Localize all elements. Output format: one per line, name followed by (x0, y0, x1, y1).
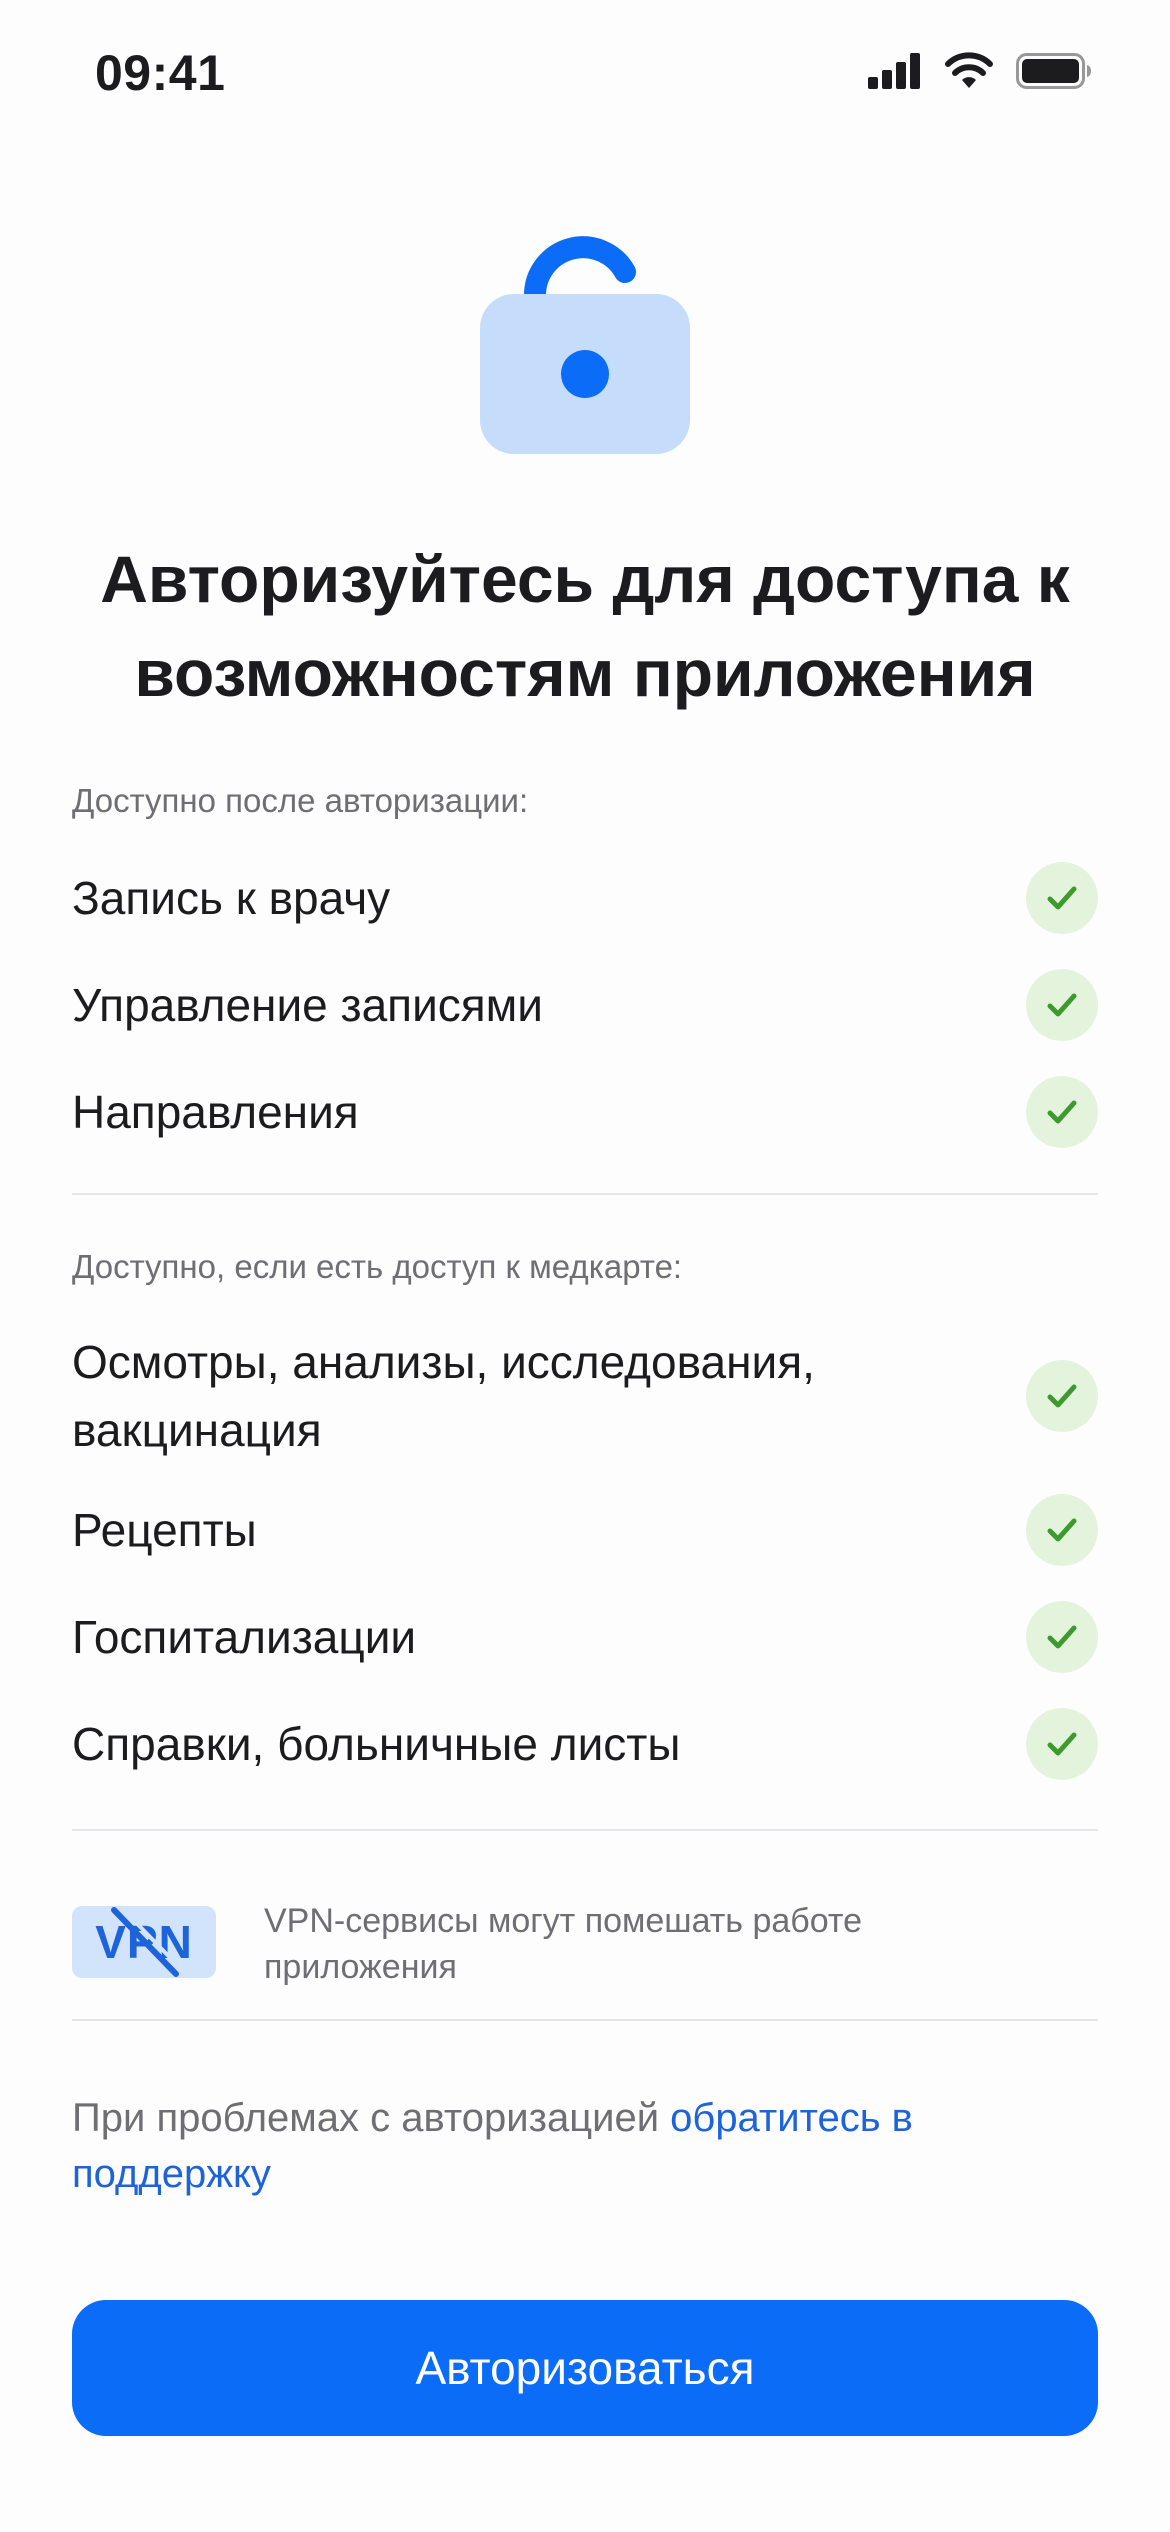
vpn-note: VPN-сервисы могут помешать работе прилож… (264, 1902, 863, 1986)
check-icon (1026, 1360, 1098, 1432)
feature-label: Запись к врачу (72, 872, 391, 924)
support-text: При проблемах с авторизацией обратитесь … (72, 2090, 1098, 2202)
signal-icon (868, 53, 920, 89)
support-text-plain: При проблемах с авторизацией (72, 2096, 671, 2140)
check-icon (1026, 1076, 1098, 1148)
vpn-icon: VPN (72, 1906, 216, 1978)
feature-row: Госпитализации (72, 1601, 1098, 1673)
authorize-button[interactable]: Авторизоваться (72, 2300, 1098, 2436)
feature-row: Запись к врачу (72, 862, 1098, 934)
lock-open-icon (480, 236, 690, 454)
wifi-icon (945, 52, 993, 88)
check-icon (1026, 1708, 1098, 1780)
divider (72, 1193, 1098, 1195)
check-icon (1026, 969, 1098, 1041)
feature-label: Госпитализации (72, 1611, 417, 1663)
section-caption-medcard: Доступно, если есть доступ к медкарте: (72, 1248, 683, 1285)
feature-row: Управление записями (72, 969, 1098, 1041)
status-icons (868, 52, 1092, 90)
feature-row: Направления (72, 1076, 1098, 1148)
feature-label: Рецепты (72, 1504, 257, 1556)
vpn-slash-icon (111, 1906, 185, 1977)
feature-row: Рецепты (72, 1494, 1098, 1566)
battery-icon (1016, 53, 1091, 89)
page-title: Авторизуйтесь для доступа к возможностям… (100, 542, 1070, 710)
divider (72, 1829, 1098, 1831)
status-time: 09:41 (95, 45, 226, 101)
status-bar: 09:41 (0, 0, 1170, 150)
check-icon (1026, 862, 1098, 934)
feature-label: Управление записями (72, 979, 544, 1031)
divider (72, 2019, 1098, 2021)
feature-row: Осмотры, анализы, исследования, вакцинац… (72, 1328, 1098, 1464)
feature-row: Справки, больничные листы (72, 1708, 1098, 1780)
feature-label: Справки, больничные листы (72, 1718, 681, 1770)
feature-label: Направления (72, 1086, 359, 1138)
check-icon (1026, 1494, 1098, 1566)
check-icon (1026, 1601, 1098, 1673)
section-caption-after-auth: Доступно после авторизации: (72, 782, 529, 819)
feature-label: Осмотры, анализы, исследования, вакцинац… (72, 1336, 815, 1456)
